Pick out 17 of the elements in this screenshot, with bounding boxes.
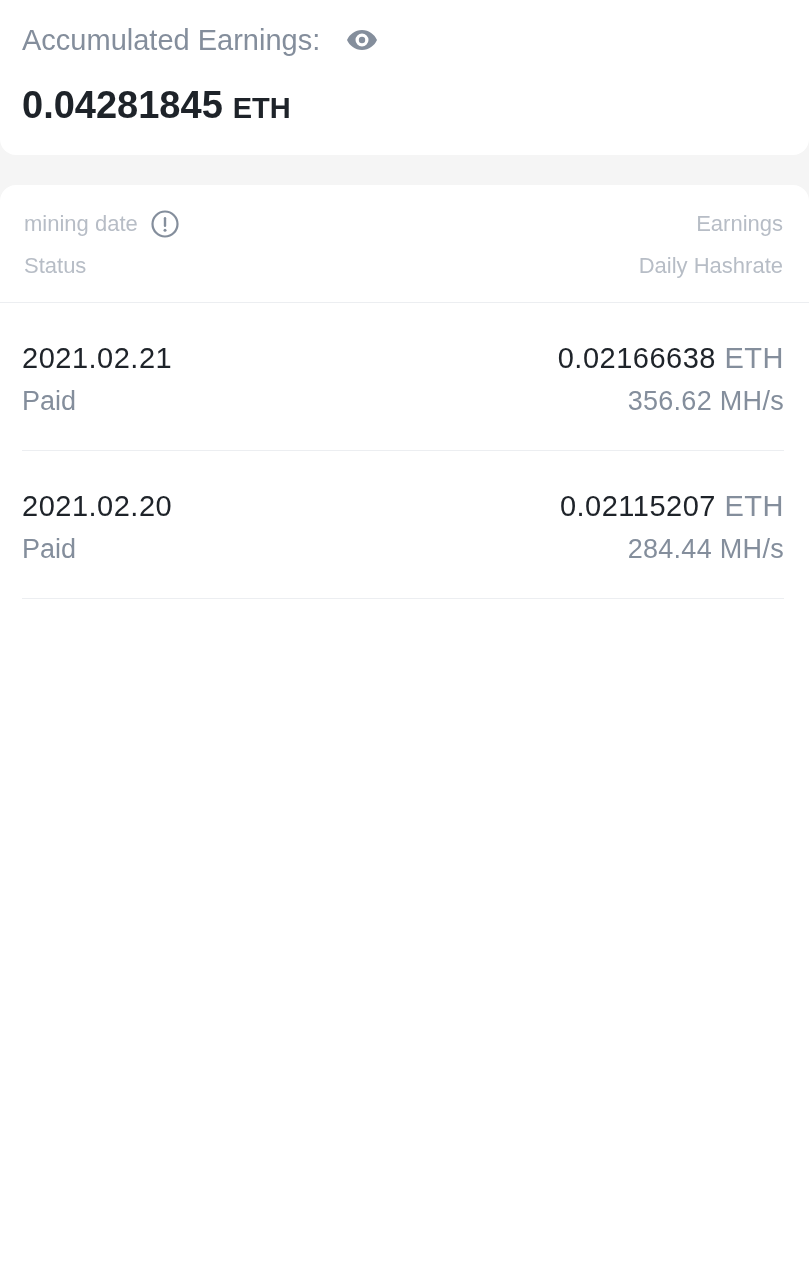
eye-icon[interactable] bbox=[346, 29, 379, 51]
summary-label: Accumulated Earnings: bbox=[22, 23, 321, 58]
currency-unit: ETH bbox=[232, 91, 291, 126]
column-header: Daily Hashrate bbox=[638, 252, 783, 280]
column-header: mining date bbox=[24, 210, 138, 238]
column-header: Earnings bbox=[696, 210, 783, 238]
mining-date: 2021.02.20 bbox=[22, 489, 173, 524]
hashrate-value: 356.62 MH/s bbox=[627, 385, 784, 418]
earnings-amount: 0.04281845 bbox=[22, 83, 223, 128]
exclamation-circle-icon[interactable] bbox=[150, 210, 179, 238]
status-text: Paid bbox=[22, 533, 78, 566]
hashrate-value: 284.44 MH/s bbox=[627, 533, 784, 566]
mining-date: 2021.02.21 bbox=[22, 341, 173, 376]
column-header: Status bbox=[24, 252, 87, 280]
earnings-value: 0.02115207 ETH bbox=[559, 489, 784, 524]
status-text: Paid bbox=[22, 385, 78, 418]
earnings-value: 0.02166638 ETH bbox=[557, 341, 784, 376]
